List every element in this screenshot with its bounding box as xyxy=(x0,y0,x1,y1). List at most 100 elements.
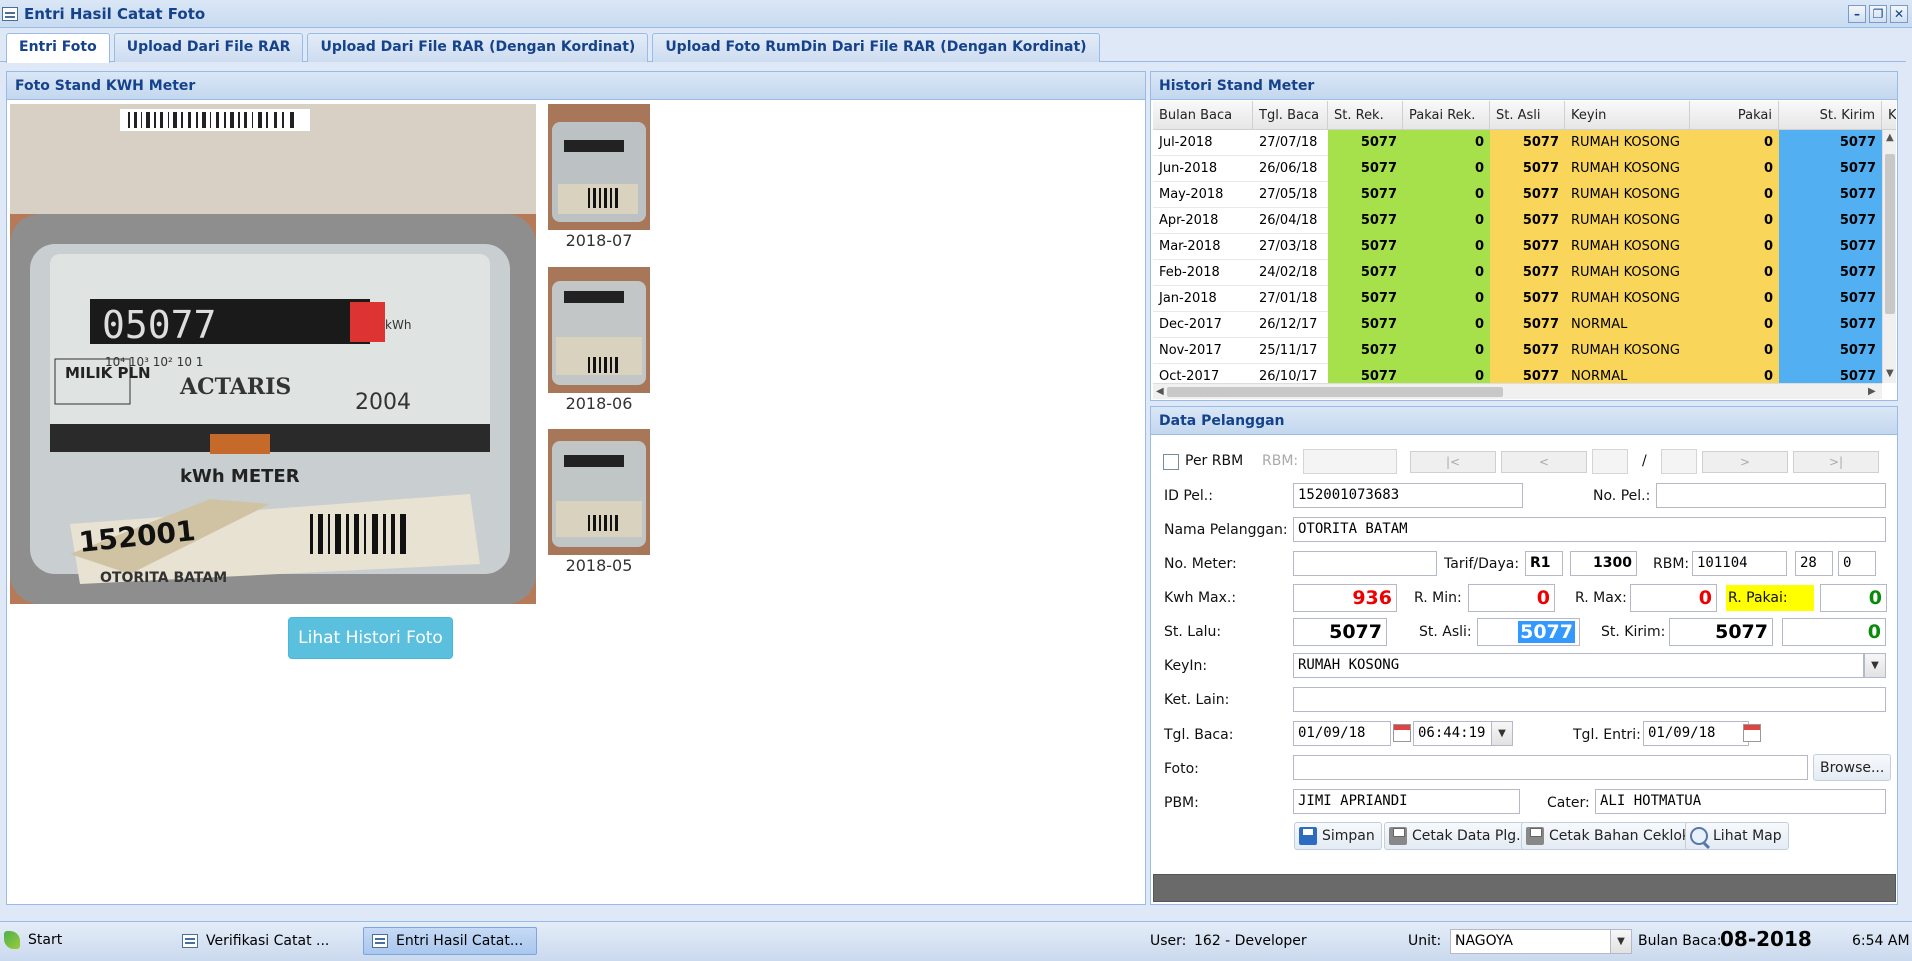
bulan-baca-value: 08-2018 xyxy=(1720,927,1812,951)
pbm-input[interactable]: JIMI APRIANDI xyxy=(1293,789,1520,814)
tgl-baca-input[interactable]: 01/09/18 xyxy=(1293,721,1391,746)
daya-input[interactable]: 1300 xyxy=(1570,551,1637,576)
cetak-bahan-ceklok-button[interactable]: Cetak Bahan Ceklok xyxy=(1521,822,1698,850)
simpan-button[interactable]: Simpan xyxy=(1294,822,1382,850)
simpan-label: Simpan xyxy=(1322,828,1375,844)
lihat-map-button[interactable]: Lihat Map xyxy=(1685,822,1789,850)
window-icon xyxy=(2,6,18,21)
no-pel-input[interactable] xyxy=(1656,483,1886,508)
chevron-down-icon[interactable]: ▼ xyxy=(1491,721,1513,746)
col-st-rek[interactable]: St. Rek. xyxy=(1328,101,1403,129)
start-button[interactable]: Start xyxy=(4,931,62,949)
thumbnail-photo-2018-06[interactable] xyxy=(548,267,650,393)
task-verifikasi-catat[interactable]: Verifikasi Catat ... xyxy=(173,927,338,955)
nama-pelanggan-input[interactable]: OTORITA BATAM xyxy=(1293,517,1886,542)
table-cell: RUMAH KOSONG xyxy=(1565,208,1690,234)
table-row[interactable]: Mar-2018 27/03/18 5077 0 5077 RUMAH KOSONG 0 50… xyxy=(1153,234,1882,260)
tab-entri-foto[interactable]: Entri Foto xyxy=(6,33,110,63)
table-row[interactable]: Feb-2018 24/02/18 5077 0 5077 RUMAH KOSONG 0 50… xyxy=(1153,260,1882,286)
restore-button[interactable]: ❐ xyxy=(1869,5,1887,23)
close-button[interactable]: ✕ xyxy=(1890,5,1908,23)
tgl-entri-input[interactable]: 01/09/18 xyxy=(1643,721,1749,746)
no-meter-input[interactable] xyxy=(1293,551,1437,576)
table-cell: 5077 xyxy=(1779,130,1882,156)
table-cell: 0 xyxy=(1690,364,1779,383)
r-pakai-input[interactable]: 0 xyxy=(1820,584,1887,612)
table-cell: 26/06/18 xyxy=(1259,161,1318,176)
nav-next-button[interactable]: > xyxy=(1702,451,1788,473)
table-row[interactable]: Jun-2018 26/06/18 5077 0 5077 RUMAH KOSONG 0 50… xyxy=(1153,156,1882,182)
rbm-a-input[interactable]: 28 xyxy=(1795,551,1833,576)
task-entri-hasil-catat[interactable]: Entri Hasil Catat... xyxy=(363,927,537,955)
col-st-kirim[interactable]: St. Kirim xyxy=(1779,101,1882,129)
r-max-input[interactable]: 0 xyxy=(1630,584,1717,612)
calendar-icon[interactable] xyxy=(1393,724,1411,742)
tab-upload-rar[interactable]: Upload Dari File RAR xyxy=(113,33,304,62)
ket-lain-input[interactable] xyxy=(1293,687,1886,712)
table-row[interactable]: Oct-2017 26/10/17 5077 0 5077 NORMAL 0 5077 xyxy=(1153,364,1882,383)
thumbnail-photo-2018-07[interactable] xyxy=(548,104,650,230)
chevron-down-icon[interactable]: ▼ xyxy=(1610,929,1632,954)
table-row[interactable]: Jul-2018 27/07/18 5077 0 5077 RUMAH KOSONG 0 50… xyxy=(1153,130,1882,156)
table-cell: 5077 xyxy=(1328,130,1403,156)
browse-button[interactable]: Browse... xyxy=(1813,754,1892,781)
rbm-code-input[interactable]: 101104 xyxy=(1692,551,1787,576)
table-row[interactable]: Dec-2017 26/12/17 5077 0 5077 NORMAL 0 5077 xyxy=(1153,312,1882,338)
window-titlebar: Entri Hasil Catat Foto – ❐ ✕ xyxy=(0,0,1912,28)
scroll-up-icon[interactable]: ▲ xyxy=(1886,132,1894,143)
col-bulan-baca[interactable]: Bulan Baca xyxy=(1153,101,1253,129)
nav-last-button[interactable]: >| xyxy=(1793,451,1879,473)
tab-upload-rar-kordinat[interactable]: Upload Dari File RAR (Dengan Kordinat) xyxy=(307,33,649,62)
tab-upload-rumdin[interactable]: Upload Foto RumDin Dari File RAR (Dengan… xyxy=(652,33,1100,62)
table-row[interactable]: Nov-2017 25/11/17 5077 0 5077 RUMAH KOSONG 0 50… xyxy=(1153,338,1882,364)
history-horizontal-scrollbar[interactable]: ◀ ▶ xyxy=(1153,383,1882,399)
per-rbm-checkbox[interactable] xyxy=(1163,454,1179,470)
st-lalu-input[interactable]: 5077 xyxy=(1293,618,1387,646)
jam-baca-input[interactable]: 06:44:19 xyxy=(1413,721,1495,746)
keyin-select[interactable]: RUMAH KOSONG xyxy=(1293,653,1864,678)
nav-first-button[interactable]: |< xyxy=(1410,451,1496,473)
table-row[interactable]: Apr-2018 26/04/18 5077 0 5077 RUMAH KOSONG 0 50… xyxy=(1153,208,1882,234)
meter-unit: kWh xyxy=(385,318,411,332)
history-grid-body: Jul-2018 27/07/18 5077 0 5077 RUMAH KOSONG 0 50… xyxy=(1153,130,1882,383)
r-min-input[interactable]: 0 xyxy=(1468,584,1555,612)
st-kirim-input[interactable]: 5077 xyxy=(1669,618,1773,646)
rbm-b-input[interactable]: 0 xyxy=(1838,551,1876,576)
table-cell: May-2018 xyxy=(1159,187,1224,202)
lihat-histori-foto-button[interactable]: Lihat Histori Foto xyxy=(288,617,453,659)
thumbnail-photo-2018-05[interactable] xyxy=(548,429,650,555)
st-kirim-pakai-input[interactable]: 0 xyxy=(1782,618,1886,646)
scroll-down-icon[interactable]: ▼ xyxy=(1886,368,1894,379)
rbm-nav-input[interactable] xyxy=(1303,449,1397,474)
foto-input[interactable] xyxy=(1293,755,1808,780)
nav-prev-button[interactable]: < xyxy=(1501,451,1587,473)
col-pakai-rek[interactable]: Pakai Rek. xyxy=(1403,101,1490,129)
col-tgl-baca[interactable]: Tgl. Baca xyxy=(1253,101,1328,129)
id-pel-label: ID Pel.: xyxy=(1164,488,1213,504)
table-cell: 5077 xyxy=(1779,260,1882,286)
table-row[interactable]: Jan-2018 27/01/18 5077 0 5077 RUMAH KOSONG 0 50… xyxy=(1153,286,1882,312)
unit-select[interactable]: NAGOYA xyxy=(1450,929,1632,954)
cater-input[interactable]: ALI HOTMATUA xyxy=(1595,789,1886,814)
col-st-asli[interactable]: St. Asli xyxy=(1490,101,1565,129)
col-ket[interactable]: Ke xyxy=(1882,101,1896,129)
table-cell: 27/07/18 xyxy=(1259,135,1318,150)
col-keyin[interactable]: Keyin xyxy=(1565,101,1690,129)
calendar-icon[interactable] xyxy=(1743,724,1761,742)
col-pakai[interactable]: Pakai xyxy=(1690,101,1779,129)
table-row[interactable]: May-2018 27/05/18 5077 0 5077 RUMAH KOSONG 0 50… xyxy=(1153,182,1882,208)
minimize-button[interactable]: – xyxy=(1848,5,1866,23)
chevron-down-icon[interactable]: ▼ xyxy=(1864,653,1886,678)
cater-label: Cater: xyxy=(1547,795,1590,811)
scroll-right-icon[interactable]: ▶ xyxy=(1868,386,1876,397)
main-meter-photo[interactable]: 05077 10⁴ 10³ 10² 10 1 kWh MILIK PLN ACT… xyxy=(10,104,536,604)
st-asli-input[interactable]: 5077 xyxy=(1477,618,1580,646)
kwh-max-input[interactable]: 936 xyxy=(1293,584,1397,612)
cetak-data-plg-button[interactable]: Cetak Data Plg. xyxy=(1384,822,1528,850)
nav-total-input[interactable] xyxy=(1661,449,1697,474)
nav-page-input[interactable] xyxy=(1592,449,1628,474)
history-vertical-scrollbar[interactable]: ▲ ▼ xyxy=(1882,130,1896,383)
id-pel-input[interactable]: 152001073683 xyxy=(1293,483,1523,508)
scroll-left-icon[interactable]: ◀ xyxy=(1156,386,1164,397)
tarif-input[interactable]: R1 xyxy=(1525,551,1563,576)
